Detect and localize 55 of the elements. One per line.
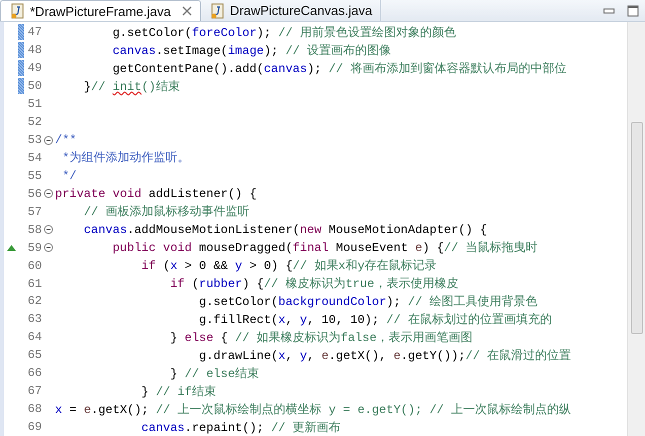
line-number: 56 — [26, 186, 42, 201]
code-line: getContentPane().add(canvas); // 将画布添加到窗体容器默认布局的中部位 — [112, 62, 566, 76]
code-line: g.drawLine(x, y, e.getX(), e.getY());// 在鼠滑过的位置 — [199, 348, 572, 363]
line-number: 48 — [26, 43, 42, 58]
line-number: 68 — [26, 402, 42, 416]
line-number: 58 — [26, 222, 42, 237]
line-number: 66 — [26, 366, 42, 380]
code-line: canvas.addMouseMotionListener(new MouseMotionAdapter() { — [84, 222, 488, 237]
code-line: }// init()结束 — [84, 80, 180, 94]
collapse-icon[interactable] — [44, 225, 52, 234]
line-number: 55 — [26, 168, 42, 183]
editor-tab[interactable]: *DrawPictureFrame.java — [0, 0, 201, 22]
line-number: 59 — [26, 240, 42, 255]
close-icon[interactable] — [182, 6, 192, 16]
line-number: 61 — [26, 276, 42, 291]
maximize-icon[interactable] — [627, 4, 639, 17]
code-line: /** — [55, 133, 77, 148]
line-number: 67 — [26, 384, 42, 398]
code-line: canvas.setImage(image); // 设置画布的图像 — [112, 44, 392, 58]
line-number: 60 — [26, 258, 42, 273]
line-number: 47 — [26, 25, 42, 40]
line-number: 53 — [26, 133, 42, 148]
collapse-icon[interactable] — [44, 189, 52, 198]
code-line: private void addListener() { — [55, 186, 257, 201]
line-number: 69 — [26, 420, 42, 434]
line-number: 54 — [26, 150, 42, 165]
scrollbar-thumb[interactable] — [631, 122, 643, 334]
code-line: public void mouseDragged(final MouseEvent e) {// 当鼠标拖曳时 — [112, 241, 538, 256]
code-line: g.setColor(foreColor); // 用前景色设置绘图对象的颜色 — [112, 26, 456, 40]
line-number: 51 — [26, 97, 42, 112]
editor-tab[interactable]: DrawPictureCanvas.java — [200, 0, 382, 22]
code-line: // 画板添加鼠标移动事件监听 — [84, 205, 250, 220]
line-number: 62 — [26, 294, 42, 308]
line-number: 52 — [26, 115, 42, 130]
line-number: 49 — [26, 61, 42, 76]
code-line: g.setColor(backgroundColor); // 绘图工具使用背景色 — [199, 294, 538, 309]
code-line: canvas.repaint(); // 更新画布 — [141, 420, 341, 435]
line-number: 57 — [26, 204, 42, 219]
line-number: 50 — [26, 79, 42, 94]
collapse-icon[interactable] — [44, 136, 52, 145]
code-line: x = e.getX(); // 上一次鼠标绘制点的横坐标 y = e.getY(); // 上一次鼠标绘制点的纵 — [55, 402, 572, 417]
code-line: if (x > 0 && y > 0) {// 如果x和y存在鼠标记录 — [141, 259, 437, 274]
java-file-icon — [11, 3, 25, 20]
code-line: if (rubber) {// 橡皮标识为true，表示使用橡皮 — [170, 277, 458, 292]
java-file-icon — [210, 2, 225, 19]
code-line: */ — [62, 168, 77, 183]
code-line: g.fillRect(x, y, 10, 10); // 在鼠标划过的位置画填充的 — [199, 312, 552, 327]
line-number: 65 — [26, 348, 42, 362]
code-line: *为组件添加动作监听。 — [62, 151, 190, 166]
code-line: } // else结束 — [170, 366, 260, 381]
line-number: 63 — [26, 312, 42, 326]
code-line: } // if结束 — [141, 384, 216, 399]
collapse-icon[interactable] — [44, 243, 52, 252]
line-number: 64 — [26, 330, 42, 344]
code-line: } else { // 如果橡皮标识为false，表示用画笔画图 — [170, 330, 473, 345]
